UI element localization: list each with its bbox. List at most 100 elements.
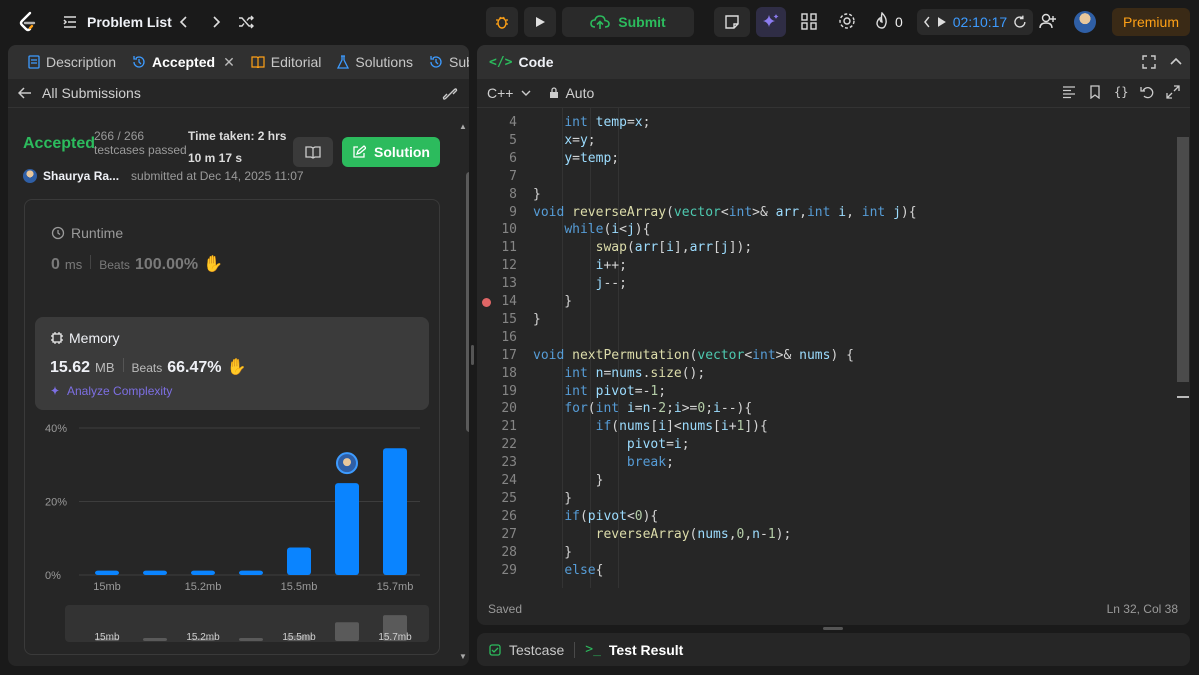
line-number[interactable]: 13 <box>477 275 517 293</box>
line-number[interactable]: 26 <box>477 508 517 526</box>
line-number[interactable]: 27 <box>477 526 517 544</box>
line-number[interactable]: 9 <box>477 204 517 222</box>
code-line[interactable]: 25 } <box>477 490 1190 508</box>
braces-icon[interactable]: {} <box>1114 85 1128 99</box>
code-line[interactable]: 29 else{ <box>477 562 1190 580</box>
code-line[interactable]: 16 <box>477 329 1190 347</box>
reset-icon[interactable] <box>1013 15 1027 29</box>
code-line[interactable]: 24 } <box>477 472 1190 490</box>
debug-button[interactable] <box>486 7 518 37</box>
notes-button[interactable] <box>714 7 750 37</box>
code-line[interactable]: 22 pivot=i; <box>477 436 1190 454</box>
left-scrollbar[interactable] <box>466 172 469 432</box>
add-user-icon[interactable] <box>1039 12 1057 30</box>
line-number[interactable]: 15 <box>477 311 517 329</box>
code-line[interactable]: 27 reverseArray(nums,0,n-1); <box>477 526 1190 544</box>
undo-icon[interactable] <box>1140 85 1154 99</box>
code-line[interactable]: 28 } <box>477 544 1190 562</box>
code-line[interactable]: 14 } <box>477 293 1190 311</box>
line-number[interactable]: 25 <box>477 490 517 508</box>
chart-bar[interactable] <box>191 570 215 575</box>
chart-bar[interactable] <box>335 483 359 575</box>
runtime-section[interactable]: Runtime <box>51 225 123 241</box>
code-line[interactable]: 9 void reverseArray(vector<int>& arr,int … <box>477 204 1190 222</box>
link-icon[interactable] <box>442 86 458 102</box>
timer-widget[interactable]: 02:10:17 <box>917 9 1033 35</box>
submit-button[interactable]: Submit <box>562 7 694 37</box>
code-line[interactable]: 13 j--; <box>477 275 1190 293</box>
streak-fire-icon[interactable] <box>875 12 889 30</box>
line-number[interactable]: 4 <box>477 114 517 132</box>
line-number[interactable]: 18 <box>477 365 517 383</box>
code-line[interactable]: 5 x=y; <box>477 132 1190 150</box>
line-number[interactable]: 14 <box>477 293 517 311</box>
language-select[interactable]: C++ <box>487 85 513 101</box>
line-number[interactable]: 8 <box>477 186 517 204</box>
bookmark-icon[interactable] <box>1088 85 1102 99</box>
author-avatar[interactable] <box>23 169 37 183</box>
code-line[interactable]: 4 int temp=x; <box>477 114 1190 132</box>
prev-problem-button[interactable] <box>175 13 193 31</box>
author-name[interactable]: Shaurya Ra... <box>43 169 119 183</box>
line-number[interactable]: 12 <box>477 257 517 275</box>
run-button[interactable] <box>524 7 556 37</box>
chevron-left-icon[interactable] <box>923 16 931 28</box>
memory-section[interactable]: Memory 15.62 MB Beats 66.47% ✋ Analyze C… <box>35 317 429 410</box>
auto-mode[interactable]: Auto <box>565 85 594 101</box>
close-tab-icon[interactable]: ✕ <box>223 54 235 71</box>
play-icon[interactable] <box>937 16 947 28</box>
scroll-up-arrow-icon[interactable]: ▲ <box>459 122 467 131</box>
tab-submissions[interactable]: Submi <box>421 45 469 79</box>
line-number[interactable]: 5 <box>477 132 517 150</box>
next-problem-button[interactable] <box>207 13 225 31</box>
line-number[interactable]: 10 <box>477 221 517 239</box>
notebook-button[interactable] <box>293 137 333 167</box>
line-number[interactable]: 23 <box>477 454 517 472</box>
code-line[interactable]: 11 swap(arr[i],arr[j]); <box>477 239 1190 257</box>
scroll-down-arrow-icon[interactable]: ▼ <box>459 652 467 661</box>
problem-list-link[interactable]: Problem List <box>87 14 172 30</box>
line-number[interactable]: 21 <box>477 418 517 436</box>
problem-list-icon[interactable] <box>62 14 78 30</box>
random-problem-button[interactable] <box>237 13 255 31</box>
line-number[interactable]: 28 <box>477 544 517 562</box>
line-number[interactable]: 11 <box>477 239 517 257</box>
chevron-down-icon[interactable] <box>521 89 531 97</box>
chart-bar[interactable] <box>239 570 263 575</box>
tab-accepted[interactable]: Accepted ✕ <box>124 45 243 79</box>
layout-grid-icon[interactable] <box>801 12 817 30</box>
code-line[interactable]: 6 y=temp; <box>477 150 1190 168</box>
memory-distribution-chart[interactable]: 40% 20% 0% 15mb 15.2mb 15.5mb 15.7mb 15mb 15.2mb… <box>25 419 439 654</box>
editor-scrollbar[interactable] <box>1177 137 1189 382</box>
code-line[interactable]: 21 if(nums[i]<nums[i+1]){ <box>477 418 1190 436</box>
line-number[interactable]: 6 <box>477 150 517 168</box>
code-line[interactable]: 20 for(int i=n-2;i>=0;i--){ <box>477 400 1190 418</box>
code-line[interactable]: 26 if(pivot<0){ <box>477 508 1190 526</box>
code-line[interactable]: 15} <box>477 311 1190 329</box>
panel-resize-handle[interactable] <box>471 345 474 365</box>
line-number[interactable]: 17 <box>477 347 517 365</box>
chart-bar[interactable] <box>143 570 167 575</box>
code-line[interactable]: 17 void nextPermutation(vector<int>& nums… <box>477 347 1190 365</box>
chart-bar[interactable] <box>95 570 119 575</box>
code-line[interactable]: 7 <box>477 168 1190 186</box>
line-number[interactable]: 20 <box>477 400 517 418</box>
tab-test-result[interactable]: Test Result <box>609 642 683 658</box>
chart-bar[interactable] <box>383 448 407 575</box>
code-line[interactable]: 12 i++; <box>477 257 1190 275</box>
line-number[interactable]: 7 <box>477 168 517 186</box>
premium-button[interactable]: Premium <box>1112 8 1190 36</box>
line-number[interactable]: 22 <box>477 436 517 454</box>
tab-editorial[interactable]: Editorial <box>243 45 330 79</box>
all-submissions-link[interactable]: All Submissions <box>42 85 141 101</box>
tab-solutions[interactable]: Solutions <box>329 45 421 79</box>
line-number[interactable]: 24 <box>477 472 517 490</box>
code-line[interactable]: 23 break; <box>477 454 1190 472</box>
ai-assistant-button[interactable] <box>756 7 786 37</box>
line-number[interactable]: 29 <box>477 562 517 580</box>
line-number[interactable]: 19 <box>477 383 517 401</box>
chart-bar[interactable] <box>287 547 311 575</box>
expand-icon[interactable] <box>1166 85 1181 99</box>
code-editor[interactable]: 4 int temp=x; 5 x=y; 6 y=temp; 7 8} 9 void rev… <box>477 108 1190 588</box>
code-line[interactable]: 19 int pivot=-1; <box>477 383 1190 401</box>
